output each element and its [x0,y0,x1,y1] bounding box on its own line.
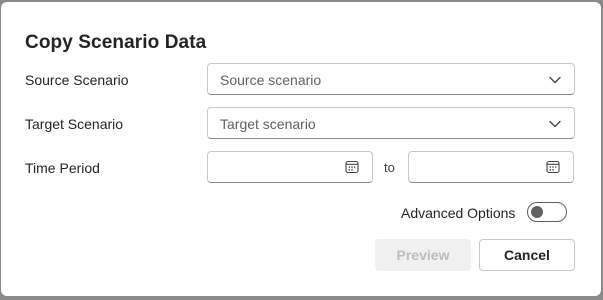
advanced-options-toggle[interactable] [527,202,567,222]
target-scenario-label: Target Scenario [25,116,124,132]
target-scenario-dropdown[interactable]: Target scenario [207,107,575,139]
start-date-input[interactable] [216,158,340,178]
cancel-button[interactable]: Cancel [479,239,575,271]
source-scenario-label: Source Scenario [25,72,129,88]
advanced-options-label: Advanced Options [401,205,516,221]
calendar-icon[interactable] [345,160,359,174]
time-period-label: Time Period [25,160,100,176]
end-date-field[interactable] [408,151,574,183]
calendar-icon[interactable] [546,160,560,174]
chevron-down-icon [549,120,561,128]
copy-scenario-dialog: Copy Scenario Data Source Scenario Sourc… [1,2,601,296]
source-scenario-placeholder: Source scenario [220,72,322,88]
date-range-separator: to [384,160,395,175]
chevron-down-icon [549,76,561,84]
dialog-title: Copy Scenario Data [25,32,207,53]
end-date-input[interactable] [417,158,541,178]
toggle-knob [531,206,543,218]
source-scenario-dropdown[interactable]: Source scenario [207,63,575,95]
preview-button[interactable]: Preview [375,239,471,271]
target-scenario-placeholder: Target scenario [220,116,316,132]
start-date-field[interactable] [207,151,373,183]
